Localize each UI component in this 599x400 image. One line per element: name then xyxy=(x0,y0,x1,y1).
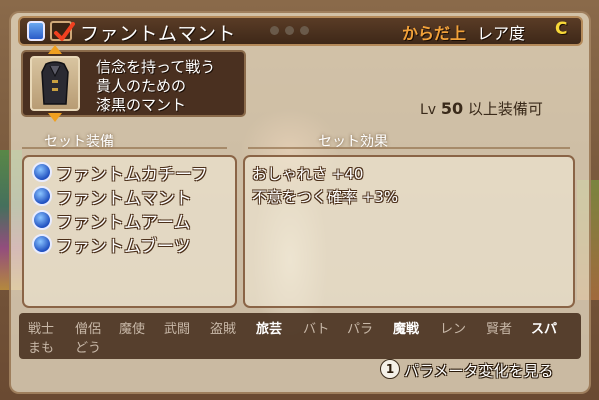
vocation-armamentalist: 魔戦 xyxy=(393,322,420,337)
level-value: 50 xyxy=(440,99,464,118)
rarity-value: C xyxy=(555,19,568,39)
vocation-luminary: どう xyxy=(75,341,102,356)
equip-slot-label: からだ上 xyxy=(402,24,467,43)
set-equipment-item[interactable]: ファントムブーツ xyxy=(32,233,191,257)
level-prefix: Lv xyxy=(420,102,437,118)
set-equipment-item[interactable]: ファントムマント xyxy=(32,185,192,209)
page-dot xyxy=(285,26,294,35)
vocation-thief: 盗賊 xyxy=(210,322,237,337)
vocation-priest: 僧侶 xyxy=(75,322,102,337)
vocation-mage: 魔使 xyxy=(119,322,146,337)
vocation-monster-master: まも xyxy=(28,341,55,356)
description-line: 貴人のための xyxy=(96,77,187,95)
page-indicator-dots xyxy=(270,26,312,36)
scroll-up-arrow-icon[interactable] xyxy=(48,45,62,54)
vocation-ranger: レン xyxy=(440,322,467,337)
page-dot xyxy=(270,26,279,35)
scroll-down-arrow-icon[interactable] xyxy=(48,113,62,122)
page-dot xyxy=(300,26,309,35)
boots-armor-icon xyxy=(32,234,52,254)
vocation-warrior: 戦士 xyxy=(28,322,55,337)
set-equipment-item[interactable]: ファントムアーム xyxy=(32,209,191,233)
divider xyxy=(248,147,570,149)
set-effect-line: おしゃれさ +40 xyxy=(252,165,364,183)
view-parameter-change-hint[interactable]: パラメータ変化を見る xyxy=(404,360,554,381)
arm-armor-icon xyxy=(32,210,52,230)
vocation-dancer: 旅芸 xyxy=(256,322,283,337)
vocation-superstar: スパ xyxy=(531,322,558,337)
item-thumbnail xyxy=(30,56,80,111)
vocation-paladin: パラ xyxy=(347,322,374,337)
item-name: ファントムマント xyxy=(80,23,237,45)
set-effect-line: 不意をつく確率 +3% xyxy=(252,188,399,206)
set-equipment-name: ファントムブーツ xyxy=(56,236,191,257)
set-equipment-item[interactable]: ファントムカチーフ xyxy=(32,161,208,185)
button-1-icon[interactable]: 1 xyxy=(380,359,400,379)
vocation-sage: 賢者 xyxy=(486,322,513,337)
rarity-label: レア度 xyxy=(477,24,526,43)
vocation-martial-artist: 武闘 xyxy=(164,322,191,337)
divider xyxy=(22,147,227,149)
description-line: 漆黒のマント xyxy=(96,96,187,114)
level-requirement: Lv 50 以上装備可 xyxy=(420,98,543,119)
equipped-check-icon xyxy=(50,21,75,41)
level-suffix: 以上装備可 xyxy=(467,100,543,118)
body-armor-icon xyxy=(32,186,52,206)
head-armor-icon xyxy=(32,162,52,182)
vocation-battlemaster: バト xyxy=(303,322,330,337)
set-equipment-name: ファントムアーム xyxy=(56,212,191,233)
set-equipment-name: ファントムマント xyxy=(56,188,192,209)
description-line: 信念を持って戦う xyxy=(96,58,216,76)
set-equipment-name: ファントムカチーフ xyxy=(56,164,208,185)
armor-category-icon xyxy=(27,21,45,41)
